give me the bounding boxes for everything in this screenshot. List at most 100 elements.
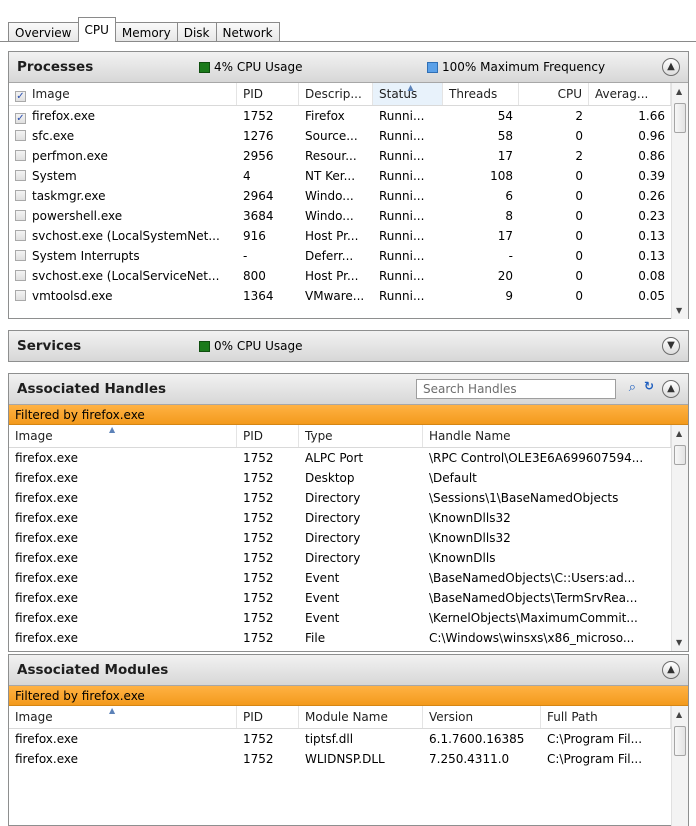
scroll-down-arrow-icon[interactable]: ▼ (676, 306, 682, 315)
modules-column-header-version[interactable]: Version (423, 706, 541, 728)
process-row[interactable]: taskmgr.exe 2964 Windo... Runni... 6 0 0.26 (9, 186, 688, 206)
process-pid: 3684 (243, 209, 274, 223)
process-image: taskmgr.exe (32, 189, 106, 203)
process-row[interactable]: svchost.exe (LocalSystemNet... 916 Host Pr… (9, 226, 688, 246)
process-row[interactable]: ✓ firefox.exe 1752 Firefox Runni... 54 2 1.66 (9, 106, 688, 126)
process-cpu: 2 (575, 149, 583, 163)
process-row[interactable]: System Interrupts - Deferr... Runni... - 0 0.1… (9, 246, 688, 266)
process-checkbox[interactable] (15, 290, 26, 301)
handles-column-header-handle-name[interactable]: Handle Name (423, 425, 671, 447)
process-checkbox[interactable] (15, 210, 26, 221)
module-name: tiptsf.dll (305, 732, 354, 746)
process-image-cell: svchost.exe (LocalSystemNet... (9, 226, 237, 246)
process-row[interactable]: svchost.exe (LocalServiceNet... 800 Host P… (9, 266, 688, 286)
processes-header[interactable]: Processes 4% CPU Usage 100% Maximum Freq… (9, 52, 688, 83)
search-handles-input[interactable]: Search Handles (416, 379, 616, 399)
cpu-usage-label: 4% CPU Usage (214, 60, 303, 74)
scroll-down-arrow-icon[interactable]: ▼ (676, 638, 682, 647)
handle-row[interactable]: firefox.exe 1752 Directory \KnownDlls32 (9, 528, 688, 548)
column-header-cpu[interactable]: CPU (519, 83, 589, 105)
process-checkbox[interactable] (15, 170, 26, 181)
handles-column-header-type[interactable]: Type (299, 425, 423, 447)
handle-row[interactable]: firefox.exe 1752 ALPC Port \RPC Control\OLE… (9, 448, 688, 468)
process-row[interactable]: System 4 NT Ker... Runni... 108 0 0.39 (9, 166, 688, 186)
handle-row[interactable]: firefox.exe 1752 Event \BaseNamedObjects\Te… (9, 588, 688, 608)
process-checkbox[interactable] (15, 190, 26, 201)
process-checkbox[interactable]: ✓ (15, 113, 26, 124)
process-row[interactable]: perfmon.exe 2956 Resour... Runni... 17 2 0.86 (9, 146, 688, 166)
process-checkbox[interactable] (15, 270, 26, 281)
process-status: Runni... (379, 129, 425, 143)
module-full-path: C:\Program Fil... (547, 732, 643, 746)
handle-image: firefox.exe (15, 611, 79, 625)
scrollbar-thumb[interactable] (674, 445, 686, 465)
process-checkbox[interactable] (15, 130, 26, 141)
refresh-icon[interactable]: ↻ (644, 379, 654, 393)
modules-header[interactable]: Associated Modules ▲ (9, 655, 688, 686)
module-row[interactable]: firefox.exe 1752 WLIDNSP.DLL 7.250.4311.0 C:… (9, 749, 688, 769)
process-checkbox[interactable] (15, 250, 26, 261)
handles-column-header-pid[interactable]: PID (237, 425, 299, 447)
process-checkbox[interactable] (15, 150, 26, 161)
scroll-up-arrow-icon[interactable]: ▲ (676, 710, 682, 719)
process-row[interactable]: sfc.exe 1276 Source... Runni... 58 0 0.96 (9, 126, 688, 146)
process-row[interactable]: vmtoolsd.exe 1364 VMware... Runni... 9 0 0.05 (9, 286, 688, 306)
process-image: sfc.exe (32, 129, 75, 143)
column-header-status[interactable]: ▲ Status (373, 83, 443, 105)
handle-image: firefox.exe (15, 551, 79, 565)
tab-overview[interactable]: Overview (8, 22, 79, 42)
process-pid: 800 (243, 269, 266, 283)
handle-row[interactable]: firefox.exe 1752 Desktop \Default (9, 468, 688, 488)
process-description: Windo... (305, 209, 354, 223)
column-header-average-cpu[interactable]: Averag... (589, 83, 671, 105)
tab-network[interactable]: Network (215, 22, 280, 42)
expand-services-icon[interactable]: ▼ (662, 337, 680, 355)
handle-pid: 1752 (243, 511, 274, 525)
collapse-handles-icon[interactable]: ▲ (662, 380, 680, 398)
handle-row[interactable]: firefox.exe 1752 Directory \Sessions\1\Base… (9, 488, 688, 508)
column-header-threads[interactable]: Threads (443, 83, 519, 105)
processes-scrollbar[interactable]: ▲ ▼ (671, 83, 688, 319)
handle-row[interactable]: firefox.exe 1752 Event \BaseNamedObjects\C:… (9, 568, 688, 588)
handle-row[interactable]: firefox.exe 1752 Directory \KnownDlls32 (9, 508, 688, 528)
collapse-modules-icon[interactable]: ▲ (662, 661, 680, 679)
column-header-description[interactable]: Descrip... (299, 83, 373, 105)
column-header-image[interactable]: ✓ Image (9, 83, 237, 105)
handle-row[interactable]: firefox.exe 1752 Event \KernelObjects\Maxim… (9, 608, 688, 628)
process-cpu: 0 (575, 189, 583, 203)
modules-column-header-module-name[interactable]: Module Name (299, 706, 423, 728)
handles-scrollbar[interactable]: ▲ ▼ (671, 425, 688, 651)
services-header[interactable]: Services 0% CPU Usage ▼ (9, 331, 688, 361)
tab-disk[interactable]: Disk (176, 22, 217, 42)
modules-column-header-pid[interactable]: PID (237, 706, 299, 728)
column-header-pid[interactable]: PID (237, 83, 299, 105)
scrollbar-thumb[interactable] (674, 726, 686, 756)
handle-row[interactable]: firefox.exe 1752 File C:\Windows\winsxs\x86… (9, 628, 688, 648)
scroll-up-arrow-icon[interactable]: ▲ (676, 87, 682, 96)
process-row[interactable]: powershell.exe 3684 Windo... Runni... 8 0 0.23 (9, 206, 688, 226)
handles-column-header-image[interactable]: ▲ Image (9, 425, 237, 447)
modules-column-header-full-path[interactable]: Full Path (541, 706, 671, 728)
handle-row[interactable]: firefox.exe 1752 Directory \KnownDlls (9, 548, 688, 568)
modules-rows: firefox.exe 1752 tiptsf.dll 6.1.7600.16385 C… (9, 729, 688, 769)
process-cpu: 0 (575, 249, 583, 263)
search-icon[interactable]: ⌕ (629, 380, 636, 395)
process-pid: 916 (243, 229, 266, 243)
process-threads: 6 (505, 189, 513, 203)
handles-header[interactable]: Associated Handles Search Handles ⌕ ↻ ▲ (9, 374, 688, 405)
services-panel: Services 0% CPU Usage ▼ (8, 330, 689, 362)
module-row[interactable]: firefox.exe 1752 tiptsf.dll 6.1.7600.16385 C… (9, 729, 688, 749)
tab-memory[interactable]: Memory (114, 22, 178, 42)
scroll-up-arrow-icon[interactable]: ▲ (676, 429, 682, 438)
module-full-path: C:\Program Fil... (547, 752, 643, 766)
select-all-checkbox[interactable]: ✓ (15, 91, 26, 102)
modules-scrollbar[interactable]: ▲ (671, 706, 688, 826)
modules-column-header-image[interactable]: ▲ Image (9, 706, 237, 728)
scrollbar-thumb[interactable] (674, 103, 686, 133)
collapse-processes-icon[interactable]: ▲ (662, 58, 680, 76)
handle-pid: 1752 (243, 631, 274, 645)
tab-cpu[interactable]: CPU (77, 17, 116, 42)
process-cpu: 2 (575, 109, 583, 123)
processes-rows: ✓ firefox.exe 1752 Firefox Runni... 54 2 1.66 sf… (9, 106, 688, 306)
process-checkbox[interactable] (15, 230, 26, 241)
